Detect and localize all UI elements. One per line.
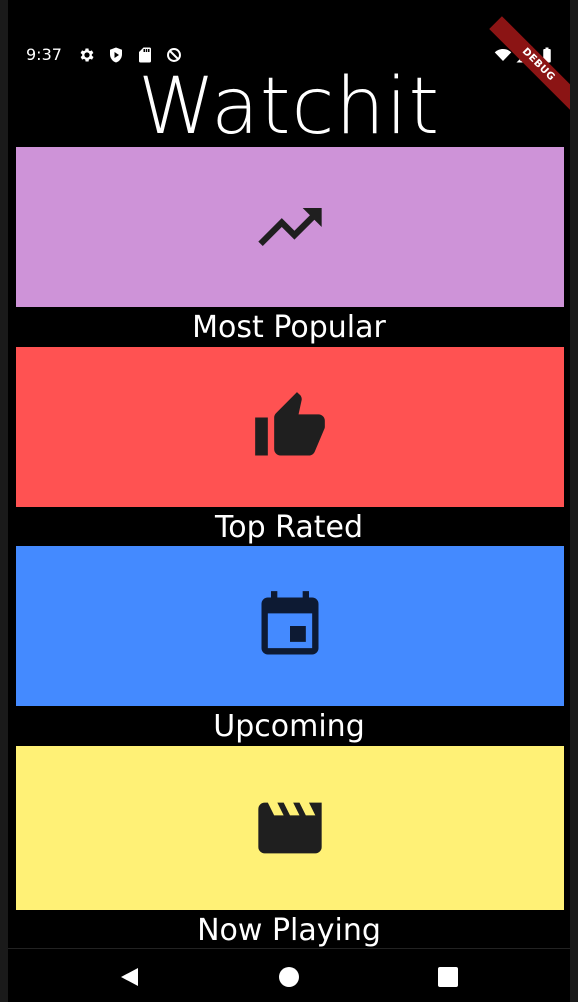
category-label-top-rated[interactable]: Top Rated	[8, 508, 570, 548]
category-tile-top-rated[interactable]	[16, 347, 564, 507]
category-label-upcoming[interactable]: Upcoming	[8, 707, 570, 747]
app-title: Watchit	[137, 62, 441, 152]
movie-clapper-icon	[258, 802, 322, 854]
category-tile-now-playing[interactable]	[16, 746, 564, 910]
system-nav-bar	[8, 948, 570, 1002]
home-icon[interactable]	[277, 965, 301, 989]
category-label-most-popular[interactable]: Most Popular	[8, 308, 570, 348]
trending-up-icon	[258, 208, 322, 246]
calendar-icon	[261, 591, 319, 655]
back-icon[interactable]	[118, 965, 142, 989]
category-label-now-playing[interactable]: Now Playing	[8, 911, 570, 951]
recents-icon[interactable]	[436, 965, 460, 989]
thumb-up-icon	[255, 392, 325, 456]
app-screen: 9:37 DEBUG Watchit Most Popular Top Rate…	[8, 0, 570, 1002]
category-tile-most-popular[interactable]	[16, 147, 564, 307]
category-tile-upcoming[interactable]	[16, 546, 564, 706]
